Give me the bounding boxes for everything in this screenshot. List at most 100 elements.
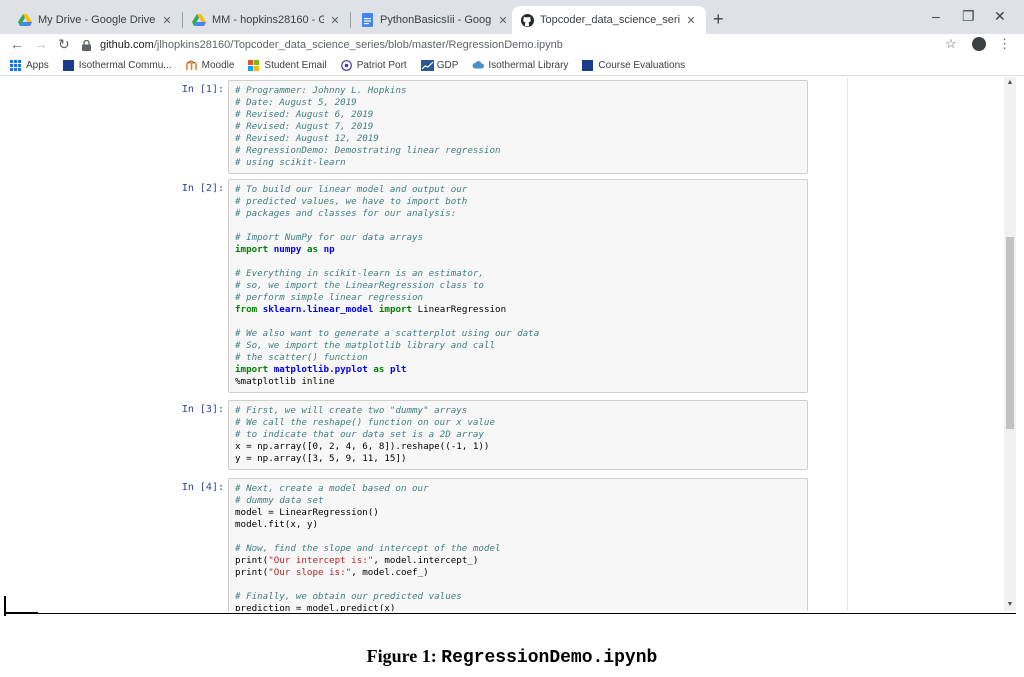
bookmark-gdp[interactable]: GDP: [420, 60, 459, 71]
scroll-down-arrow-icon[interactable]: ▼: [1004, 601, 1016, 608]
bookmark-course-evaluations[interactable]: Course Evaluations: [582, 60, 685, 71]
caption-filename: RegressionDemo.ipynb: [441, 648, 658, 668]
notebook-cell[interactable]: In [3]: # First, we will create two "dum…: [160, 400, 808, 470]
code-input-area[interactable]: # Programmer: Johnny L. Hopkins # Date: A…: [228, 80, 808, 174]
tab-title: My Drive - Google Drive: [38, 14, 156, 26]
code-comment-line: # Now, find the slope and intercept of t…: [235, 543, 501, 554]
code-comment-line: # Date: August 5, 2019: [235, 97, 357, 108]
notebook-cell[interactable]: In [2]: # To build our linear model and …: [160, 179, 808, 393]
code-comment-line: # perform simple linear regression: [235, 292, 424, 303]
code-keyword: as: [373, 364, 385, 375]
tab-title: PythonBasicsIii - Google Docs: [380, 14, 492, 26]
caption-label: Figure 1:: [366, 646, 442, 666]
back-arrow-icon[interactable]: ←: [10, 35, 24, 53]
scrollbar-thumb[interactable]: [1006, 237, 1014, 429]
code-line: y = np.array([3, 5, 9, 11, 15]): [235, 453, 407, 464]
reload-icon[interactable]: ↻: [58, 35, 70, 53]
notebook-cell[interactable]: In [1]: # Programmer: Johnny L. Hopkins #…: [160, 80, 808, 174]
code-line: from sklearn.linear_model import LinearR…: [235, 304, 801, 316]
tab-strip: My Drive - Google Drive ✕ MM - hopkins28…: [0, 0, 1024, 34]
code-comment-line: # to indicate that our data set is a 2D …: [235, 429, 484, 440]
lock-icon: [82, 39, 94, 51]
code-token: print(: [235, 555, 269, 566]
code-input-area[interactable]: # First, we will create two "dummy" arra…: [228, 400, 808, 470]
code-comment-line: # Next, create a model based on our: [235, 483, 429, 494]
library-cloud-icon: [472, 60, 485, 71]
tab-mm-hopkins[interactable]: MM - hopkins28160 - Google Dr ✕: [184, 6, 350, 34]
notebook-viewport[interactable]: In [1]: # Programmer: Johnny L. Hopkins #…: [0, 77, 1016, 611]
code-comment-line: # Everything in scikit-learn is an estim…: [235, 268, 484, 279]
bookmark-label: Course Evaluations: [598, 60, 686, 71]
code-comment-line: # Revised: August 6, 2019: [235, 109, 374, 120]
code-comment-line: # Revised: August 7, 2019: [235, 121, 374, 132]
bookmark-student-email[interactable]: Student Email: [248, 60, 327, 71]
tab-topcoder-github[interactable]: Topcoder_data_science_series/Re ✕: [512, 6, 706, 34]
code-comment-line: # We also want to generate a scatterplot…: [235, 328, 540, 339]
google-docs-icon: [360, 13, 374, 27]
close-icon[interactable]: ✕: [160, 14, 174, 27]
bookmark-isothermal-community[interactable]: Isothermal Commu...: [62, 60, 172, 71]
menu-kebab-icon[interactable]: ⋮: [998, 36, 1011, 52]
bookmark-isothermal-library[interactable]: Isothermal Library: [472, 60, 568, 71]
image-baseline-mark: [4, 612, 38, 614]
forward-arrow-icon[interactable]: →: [34, 35, 48, 53]
notebook-cell[interactable]: In [4]: # Next, create a model based on …: [160, 478, 808, 611]
bookmark-star-icon[interactable]: ☆: [945, 36, 957, 52]
cell-prompt: In [4]:: [181, 482, 224, 493]
code-string: "Our intercept is:": [268, 555, 374, 566]
code-input-area[interactable]: # Next, create a model based on our # dum…: [228, 478, 808, 611]
bookmark-label: GDP: [436, 60, 459, 71]
github-icon: [520, 13, 534, 27]
code-comment-line: # the scatter() function: [235, 352, 368, 363]
maximize-button[interactable]: ❐: [962, 8, 975, 25]
bookmark-apps[interactable]: Apps: [10, 60, 49, 71]
tab-python-basics[interactable]: PythonBasicsIii - Google Docs ✕: [352, 6, 518, 34]
address-bar[interactable]: github.com/jlhopkins28160/Topcoder_data_…: [82, 35, 942, 55]
cell-prompt: In [3]:: [181, 404, 224, 415]
code-comment-line: # predicted values, we have to import bo…: [235, 196, 468, 207]
code-comment-line: # Import NumPy for our data arrays: [235, 232, 424, 243]
code-line: %matplotlib inline: [235, 376, 335, 387]
code-input-area[interactable]: # To build our linear model and output o…: [228, 179, 808, 393]
code-module-name: plt: [389, 364, 407, 375]
code-line: model = LinearRegression(): [235, 507, 379, 518]
scroll-up-arrow-icon[interactable]: ▲: [1004, 79, 1016, 86]
google-drive-icon: [192, 13, 206, 27]
image-baseline-rule: [4, 613, 1016, 614]
profile-avatar[interactable]: [972, 37, 986, 51]
bookmark-label: Student Email: [264, 60, 327, 71]
bookmark-moodle[interactable]: Moodle: [185, 60, 234, 71]
google-drive-icon: [18, 13, 32, 27]
code-token: , model.coef_): [351, 567, 429, 578]
gdp-icon: [420, 60, 434, 71]
code-module-name: sklearn.linear_model: [262, 304, 374, 315]
code-line: model.fit(x, y): [235, 519, 318, 530]
code-comment-line: # Revised: August 12, 2019: [235, 133, 379, 144]
code-module-name: np: [323, 244, 335, 255]
code-comment-line: # dummy data set: [235, 495, 324, 506]
tab-title: Topcoder_data_science_series/Re: [540, 14, 680, 26]
bookmark-square-icon: [582, 60, 594, 71]
code-keyword: from: [235, 304, 258, 315]
code-token: LinearRegression: [412, 304, 507, 315]
new-tab-button[interactable]: +: [713, 10, 724, 28]
cell-prompt: In [2]:: [181, 183, 224, 194]
bookmark-patriot-port[interactable]: Patriot Port: [340, 60, 407, 71]
url-path: /jlhopkins28160/Topcoder_data_science_se…: [153, 39, 563, 51]
tab-my-drive[interactable]: My Drive - Google Drive ✕: [10, 6, 182, 34]
code-line: x = np.array([0, 2, 4, 6, 8]).reshape((-…: [235, 441, 490, 452]
code-line: print("Our slope is:", model.coef_): [235, 567, 801, 579]
minimize-button[interactable]: –: [932, 8, 940, 24]
code-keyword: as: [306, 244, 319, 255]
close-window-button[interactable]: ✕: [994, 8, 1006, 25]
close-icon[interactable]: ✕: [328, 14, 342, 27]
bookmark-label: Isothermal Commu...: [78, 60, 172, 71]
close-icon[interactable]: ✕: [496, 14, 510, 27]
figure-caption: Figure 1: RegressionDemo.ipynb: [0, 646, 1024, 668]
close-icon[interactable]: ✕: [684, 14, 698, 27]
bookmark-label: Isothermal Library: [488, 60, 569, 71]
